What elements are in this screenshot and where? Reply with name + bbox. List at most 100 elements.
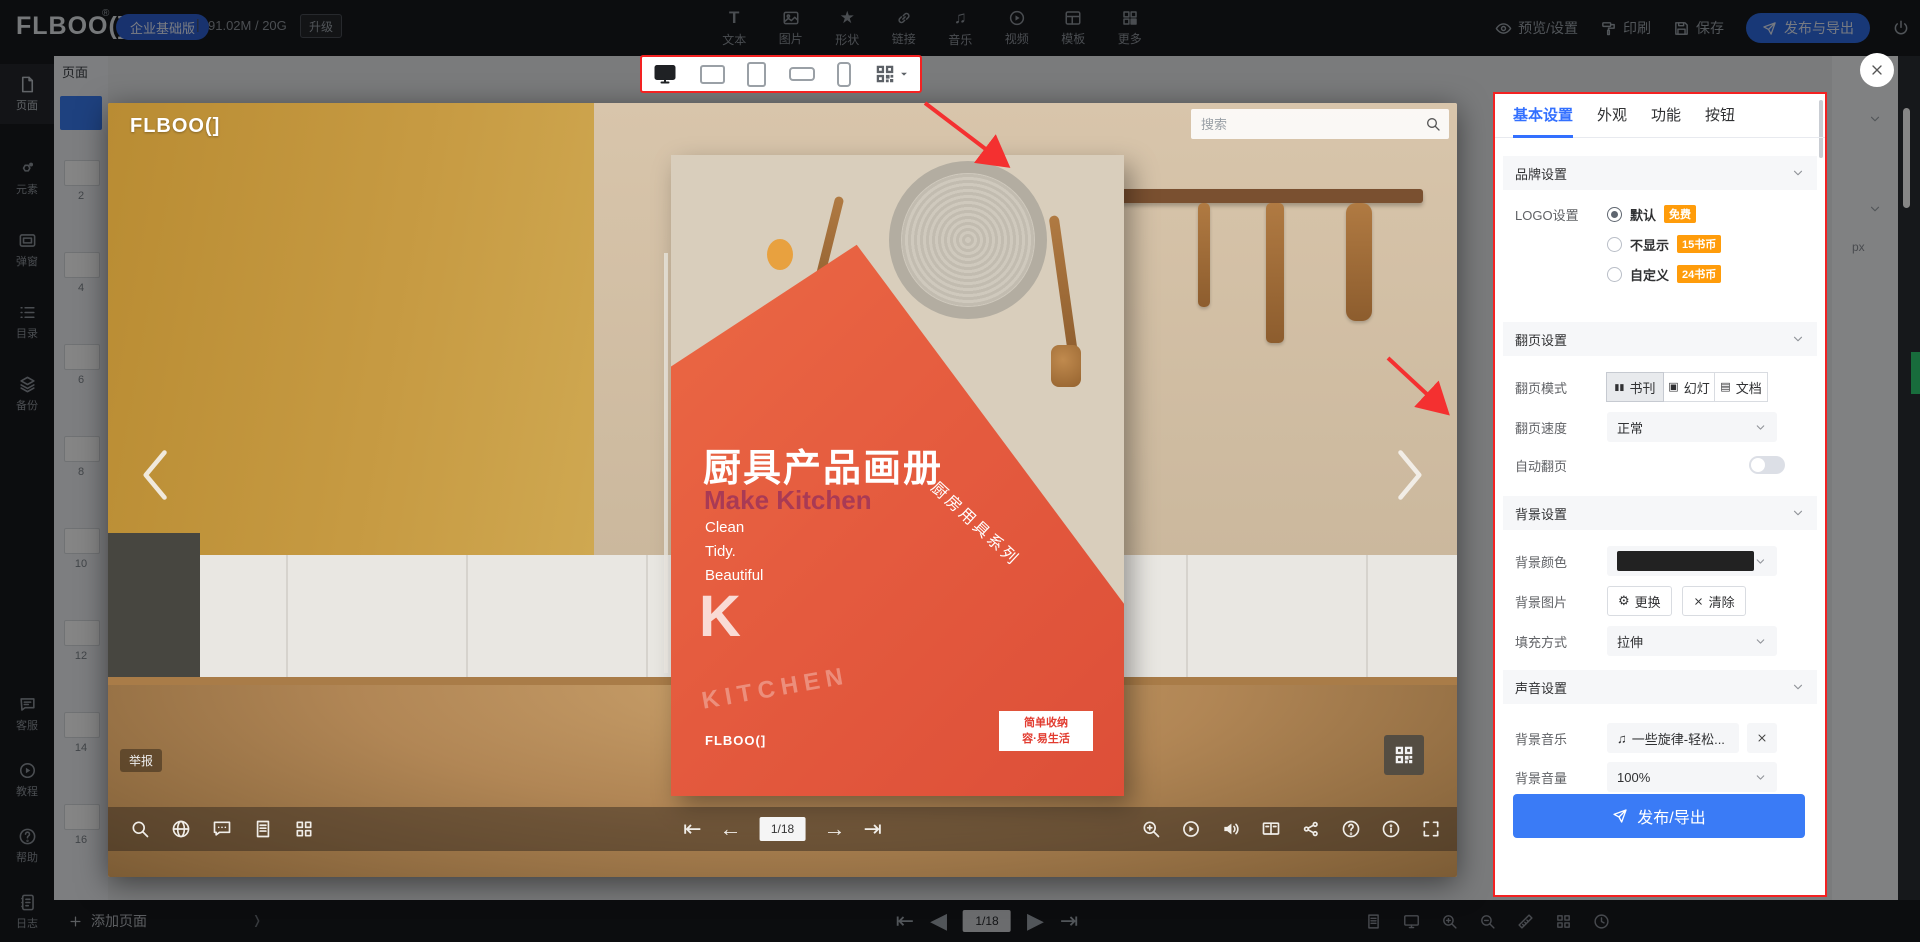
preview-qr-button[interactable] <box>1384 735 1424 775</box>
thumbnails-grid-icon[interactable] <box>294 819 314 839</box>
scene-wall-left <box>108 103 594 555</box>
chevron-down-icon <box>1791 332 1805 346</box>
gear-icon: ⚙ <box>1618 593 1630 609</box>
cover-strainer-photo <box>889 161 1047 319</box>
flip-speed-row: 翻页速度 正常 <box>1515 412 1785 442</box>
section-sound-settings[interactable]: 声音设置 <box>1503 670 1817 704</box>
info-icon[interactable] <box>1381 819 1401 839</box>
bg-image-row: 背景图片 ⚙ 更换 清除 <box>1515 586 1785 616</box>
bg-color-swatch <box>1617 551 1754 571</box>
cover-tagline: Clean <box>705 519 744 536</box>
book-cover[interactable]: 厨具产品画册 Make Kitchen Clean Tidy. Beautifu… <box>671 155 1124 796</box>
cover-title: 厨具产品画册 <box>703 437 943 492</box>
flip-mode-row: 翻页模式 ▮▮ 书刊 ▣ 幻灯 ▤ 文档 <box>1515 372 1785 402</box>
next-page-icon[interactable]: → <box>824 818 846 840</box>
doc-mode-icon: ▤ <box>1720 382 1730 393</box>
section-brand-settings[interactable]: 品牌设置 <box>1503 156 1817 190</box>
preview-search-bar[interactable] <box>1191 109 1449 139</box>
chevron-down-icon <box>1791 166 1805 180</box>
tab-basic-settings[interactable]: 基本设置 <box>1513 104 1573 138</box>
cover-tagline: Beautiful <box>705 567 763 584</box>
auto-flip-toggle[interactable] <box>1749 456 1785 474</box>
last-page-icon[interactable]: ⇥ <box>864 818 882 840</box>
language-globe-icon[interactable] <box>171 819 191 839</box>
qr-preview-button[interactable] <box>874 63 909 85</box>
chevron-down-icon <box>899 69 909 79</box>
logo-option-custom: 自定义 24书币 <box>1515 262 1785 286</box>
player-tools-left <box>130 819 314 839</box>
autoplay-icon[interactable] <box>1181 819 1201 839</box>
cover-tagline: Tidy. <box>705 543 736 560</box>
bg-color-picker[interactable] <box>1607 546 1777 576</box>
chevron-down-icon <box>1754 421 1767 434</box>
radio-hidden[interactable] <box>1607 237 1622 252</box>
x-icon <box>1756 732 1768 744</box>
flip-mode-slide[interactable]: ▣ 幻灯 <box>1663 372 1715 402</box>
fill-mode-dropdown[interactable]: 拉伸 <box>1607 626 1777 656</box>
share-icon[interactable] <box>1301 819 1321 839</box>
zoom-in-icon[interactable] <box>1141 819 1161 839</box>
radio-custom[interactable] <box>1607 267 1622 282</box>
chevron-down-icon <box>1791 506 1805 520</box>
chevron-down-icon <box>1791 680 1805 694</box>
publish-export-panel-button[interactable]: 发布/导出 <box>1513 794 1805 838</box>
volume-icon[interactable] <box>1221 819 1241 839</box>
search-input[interactable] <box>1199 116 1419 133</box>
phone-landscape-preview-icon[interactable] <box>789 67 815 81</box>
bg-image-clear-button[interactable]: 清除 <box>1682 586 1746 616</box>
flipbook-preview-modal: FLBOO(] 厨具产品画册 Make Kitchen Clean Tidy. <box>108 103 1457 877</box>
tablet-portrait-preview-icon[interactable] <box>747 62 766 87</box>
comment-icon[interactable] <box>212 819 232 839</box>
section-flip-settings[interactable]: 翻页设置 <box>1503 322 1817 356</box>
close-preview-button[interactable] <box>1860 53 1894 87</box>
remove-music-button[interactable] <box>1747 723 1777 753</box>
bg-music-field[interactable]: ♫ 一些旋律-轻松... <box>1607 723 1739 753</box>
close-icon <box>1869 62 1885 78</box>
cover-egg-photo <box>767 239 793 270</box>
chevron-down-icon <box>1754 635 1767 648</box>
search-icon[interactable] <box>130 819 150 839</box>
qr-icon <box>1393 744 1415 766</box>
device-preview-bar <box>640 55 922 93</box>
flip-mode-document[interactable]: ▤ 文档 <box>1714 372 1768 402</box>
phone-portrait-preview-icon[interactable] <box>837 62 851 87</box>
preview-settings-panel: 基本设置 外观 功能 按钮 品牌设置 LOGO设置 默认 免费 不显示 15书币… <box>1493 92 1827 897</box>
flip-mode-book[interactable]: ▮▮ 书刊 <box>1606 372 1664 402</box>
tab-features[interactable]: 功能 <box>1651 104 1681 135</box>
cover-big-letter: K <box>699 583 741 650</box>
prev-spread-arrow[interactable] <box>134 445 180 505</box>
chevron-down-icon <box>1754 771 1767 784</box>
settings-tabs: 基本设置 外观 功能 按钮 <box>1495 104 1825 138</box>
music-note-icon: ♫ <box>1617 731 1627 746</box>
prev-page-icon[interactable]: ← <box>720 818 742 840</box>
desktop-preview-icon[interactable] <box>653 62 677 86</box>
player-page-navigation: ⇤ ← 1/18 → ⇥ <box>683 817 882 841</box>
help-icon[interactable] <box>1341 819 1361 839</box>
search-icon[interactable] <box>1425 116 1441 132</box>
scene-utensil <box>1198 203 1210 307</box>
section-background-settings[interactable]: 背景设置 <box>1503 496 1817 530</box>
tab-appearance[interactable]: 外观 <box>1597 104 1627 135</box>
catalog-icon[interactable] <box>253 819 273 839</box>
chevron-down-icon <box>1754 555 1767 568</box>
scene-utensil <box>1346 203 1372 321</box>
book-page-edge <box>664 253 668 673</box>
report-tag[interactable]: 举报 <box>120 749 162 772</box>
scene-appliance <box>108 533 200 683</box>
tab-buttons[interactable]: 按钮 <box>1705 104 1735 135</box>
tablet-landscape-preview-icon[interactable] <box>700 65 725 84</box>
flip-speed-dropdown[interactable]: 正常 <box>1607 412 1777 442</box>
next-spread-arrow[interactable] <box>1385 445 1431 505</box>
first-page-icon[interactable]: ⇤ <box>683 818 701 840</box>
qr-icon <box>874 63 896 85</box>
bg-music-row: 背景音乐 ♫ 一些旋律-轻松... <box>1515 722 1785 754</box>
radio-default[interactable] <box>1607 207 1622 222</box>
fullscreen-icon[interactable] <box>1421 819 1441 839</box>
bg-image-change-button[interactable]: ⚙ 更换 <box>1607 586 1672 616</box>
cover-utensil-photo <box>1049 215 1080 365</box>
player-page-indicator[interactable]: 1/18 <box>760 817 806 841</box>
flipbook-mode-icon[interactable] <box>1261 819 1281 839</box>
slide-mode-icon: ▣ <box>1668 382 1678 393</box>
bg-volume-dropdown[interactable]: 100% <box>1607 762 1777 792</box>
fill-mode-row: 填充方式 拉伸 <box>1515 626 1785 656</box>
